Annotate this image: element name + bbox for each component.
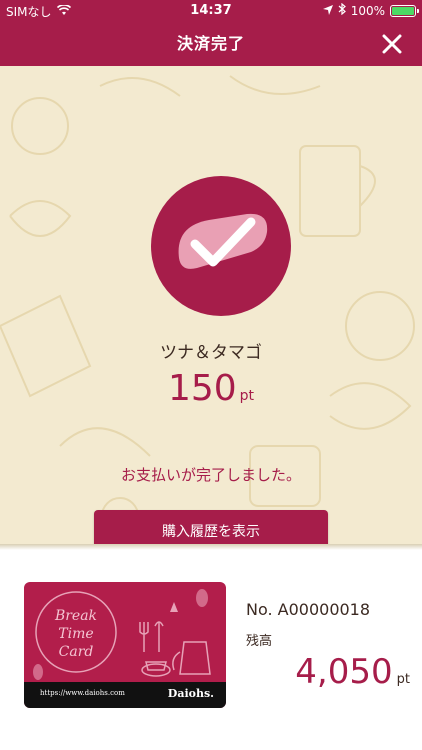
points-value: 150 bbox=[167, 368, 237, 409]
card-artwork: Break Time Card bbox=[33, 589, 211, 680]
item-name: ツナ＆タマゴ bbox=[160, 343, 262, 363]
balance-value: 4,050 bbox=[295, 652, 393, 692]
close-icon bbox=[382, 34, 402, 54]
points-unit: pt bbox=[239, 388, 255, 404]
card-footer-strip: https://www.daiohs.com Daiohs. bbox=[24, 682, 226, 708]
location-icon bbox=[322, 4, 333, 18]
card-number: No. A00000018 bbox=[246, 600, 371, 619]
card-title-line3: Card bbox=[59, 644, 94, 660]
purchase-history-button[interactable]: 購入履歴を表示 bbox=[94, 510, 328, 544]
points-amount: 150 pt bbox=[0, 368, 422, 409]
divider-shadow bbox=[0, 544, 422, 550]
top-bar: SIMなし 14:37 100% 決済完了 bbox=[0, 0, 422, 68]
page-title: 決済完了 bbox=[176, 34, 245, 53]
bread-check-icon bbox=[178, 213, 268, 269]
bluetooth-icon bbox=[338, 2, 346, 18]
success-badge bbox=[151, 176, 291, 316]
close-button[interactable] bbox=[378, 30, 406, 58]
payment-complete-panel: ツナ＆タマゴ 150 pt お支払いが完了しました。 購入履歴を表示 bbox=[0, 66, 422, 544]
card-brand-logo: Daiohs. bbox=[167, 687, 214, 700]
card-title-line2: Time bbox=[58, 626, 93, 642]
status-bar: SIMなし 14:37 100% bbox=[0, 0, 422, 22]
balance-amount: 4,050 pt bbox=[295, 652, 410, 692]
card-url: https://www.daiohs.com bbox=[40, 689, 125, 697]
battery-icon bbox=[390, 4, 419, 17]
member-card-image: Break Time Card https://www.daiohs.com D… bbox=[24, 582, 226, 708]
completion-message: お支払いが完了しました。 bbox=[120, 466, 301, 484]
battery-percent: 100% bbox=[350, 3, 385, 18]
card-title-line1: Break bbox=[54, 608, 97, 624]
balance-label: 残高 bbox=[246, 634, 273, 649]
balance-unit: pt bbox=[396, 672, 410, 687]
